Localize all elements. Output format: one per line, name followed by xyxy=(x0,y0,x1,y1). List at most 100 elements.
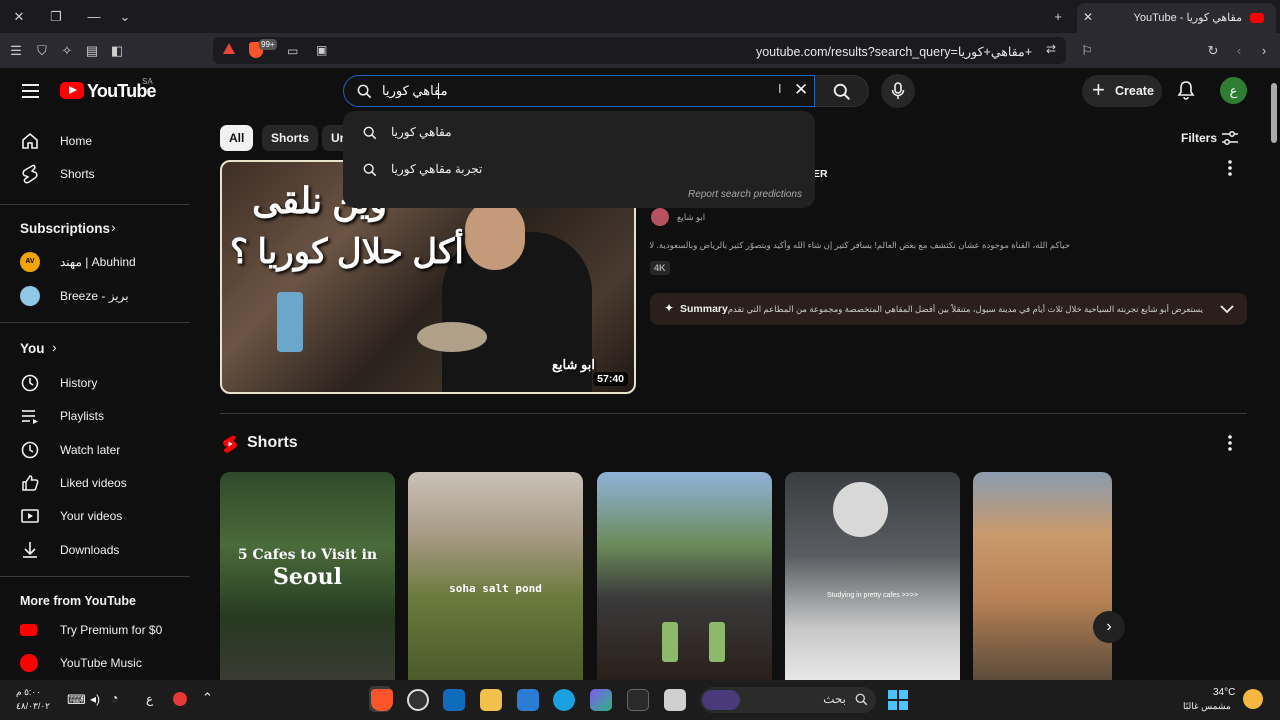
sidebar-toggle-icon[interactable]: ◧ xyxy=(108,42,126,60)
bell-icon[interactable] xyxy=(1177,80,1195,100)
shield-icon[interactable]: ⛉ xyxy=(33,42,51,60)
clock-date[interactable]: ٤٨/٠٣/٠٢ xyxy=(16,701,50,712)
copilot-icon[interactable] xyxy=(590,689,612,711)
next-arrow-button[interactable]: › xyxy=(1093,611,1125,643)
youtube-page: YouTube SA مقاهي كوريا I ✕ + Create ع Ho… xyxy=(0,68,1280,680)
translate-icon[interactable]: ▣ xyxy=(316,43,327,57)
chip-shorts[interactable]: Shorts xyxy=(262,125,319,151)
chevron-down-icon[interactable]: ⌄ xyxy=(116,8,134,26)
taskbar-search[interactable]: بحث xyxy=(700,687,876,713)
scrollbar[interactable] xyxy=(1268,68,1280,680)
shorts-logo-icon xyxy=(223,435,237,453)
brave-rewards-icon[interactable] xyxy=(223,43,235,54)
more-options-icon[interactable] xyxy=(1224,159,1236,177)
report-predictions-link[interactable]: Report search predictions xyxy=(688,189,802,200)
subscriptions-heading[interactable]: Subscriptions xyxy=(20,221,110,236)
store-icon[interactable] xyxy=(443,689,465,711)
share-icon[interactable]: ⇄ xyxy=(1046,42,1056,56)
short-card[interactable]: Studying in pretty cafes >>>> xyxy=(785,472,960,680)
input-language[interactable]: ع xyxy=(146,692,153,706)
sidebar-menu-icon[interactable]: ☰ xyxy=(7,42,25,60)
short-card[interactable] xyxy=(973,472,1112,680)
brave-browser-icon[interactable] xyxy=(371,689,393,711)
chip-all[interactable]: All xyxy=(220,125,254,151)
browser-tab-active[interactable]: ✕ مقاهي كوريا - YouTube xyxy=(1077,3,1276,33)
sidebar-item-liked-videos[interactable]: Liked videos xyxy=(0,466,190,499)
wifi-icon[interactable]: ◔ xyxy=(111,691,118,705)
short-card[interactable]: 5 Cafes to Visit in Seoul xyxy=(220,472,395,680)
edge-icon[interactable] xyxy=(553,689,575,711)
voice-search-button[interactable] xyxy=(881,74,915,108)
controller-icon[interactable]: ⌨ xyxy=(67,692,86,708)
restore-window-icon[interactable]: ❐ xyxy=(47,8,65,26)
sidebar-item-home[interactable]: Home xyxy=(0,124,190,157)
windows-start-icon[interactable] xyxy=(888,690,908,710)
suggestion-item[interactable]: مقاهي كوريا xyxy=(343,116,815,150)
chevron-right-icon[interactable]: › xyxy=(111,219,116,235)
sidebar-item-watch-later[interactable]: Watch later xyxy=(0,433,190,466)
short-card[interactable]: soha salt pond xyxy=(408,472,583,680)
subscription-item[interactable]: Breeze - بريز xyxy=(0,279,190,312)
search-icon xyxy=(357,84,372,99)
tab-close-icon[interactable]: ✕ xyxy=(1083,10,1093,24)
sidebar-item-playlists[interactable]: Playlists xyxy=(0,399,190,432)
you-heading[interactable]: You xyxy=(20,341,45,356)
close-window-icon[interactable]: ✕ xyxy=(10,8,28,26)
address-bar[interactable]: 99+ ▭ ▣ youtube.com/results?search_query… xyxy=(213,37,1066,64)
video-duration: 57:40 xyxy=(593,372,628,386)
scrollbar-thumb[interactable] xyxy=(1271,83,1277,143)
minimize-window-icon[interactable]: — xyxy=(85,8,103,26)
sidebar-item-downloads[interactable]: Downloads xyxy=(0,533,190,566)
clock-time[interactable]: ٥:٠٠ م xyxy=(16,687,41,698)
suggestion-item[interactable]: تجربة مقاهي كوريا xyxy=(343,153,815,187)
mail-icon[interactable] xyxy=(517,689,539,711)
more-options-icon[interactable] xyxy=(1224,434,1236,452)
text-cursor xyxy=(438,83,439,99)
sidebar-item-youtube-music[interactable]: YouTube Music xyxy=(0,646,190,679)
guide-menu-icon[interactable] xyxy=(22,84,39,102)
sidebar-item-label: History xyxy=(60,376,98,390)
avatar[interactable]: ع xyxy=(1220,77,1247,104)
sidebar-item-your-videos[interactable]: Your videos xyxy=(0,499,190,532)
app-icon[interactable] xyxy=(407,689,429,711)
sun-icon[interactable] xyxy=(1243,689,1263,709)
cast-icon[interactable]: ▭ xyxy=(287,44,298,58)
filters-label[interactable]: Filters xyxy=(1181,131,1217,145)
ceiling-fan-shape xyxy=(833,482,888,537)
app-icon[interactable] xyxy=(664,689,686,711)
filters-icon[interactable] xyxy=(1221,129,1239,147)
ai-summary-bar[interactable]: ✦ Summary يستعرض أبو شايع تجربته السياحي… xyxy=(650,293,1247,325)
bookmark-icon[interactable]: ⚐ xyxy=(1078,42,1096,60)
temperature[interactable]: 34°C xyxy=(1213,687,1235,698)
sidebar-item-shorts[interactable]: Shorts xyxy=(0,157,190,190)
sidebar-item-premium[interactable]: Try Premium for $0 xyxy=(0,613,190,646)
clock-icon xyxy=(21,441,39,459)
leo-ai-icon[interactable]: ✧ xyxy=(58,42,76,60)
bookmarks-icon[interactable]: ▤ xyxy=(83,42,101,60)
chevron-down-icon[interactable] xyxy=(1220,304,1234,314)
chevron-up-icon[interactable]: ⌃ xyxy=(202,690,213,706)
volume-icon[interactable]: ◂) xyxy=(90,692,100,706)
search-input[interactable]: مقاهي كوريا I ✕ xyxy=(343,75,815,107)
search-button[interactable] xyxy=(815,75,869,107)
channel-name[interactable]: ابو شايع xyxy=(677,212,705,223)
shorts-heading: Shorts xyxy=(247,434,298,451)
epic-games-icon[interactable] xyxy=(627,689,649,711)
channel-avatar[interactable] xyxy=(651,208,669,226)
sidebar-item-label: Downloads xyxy=(60,543,120,557)
file-explorer-icon[interactable] xyxy=(480,689,502,711)
subscription-item[interactable]: AV مهند | Abuhind xyxy=(0,245,190,278)
reload-icon[interactable]: ↻ xyxy=(1204,42,1222,60)
weather-text[interactable]: مشمس غالبًا xyxy=(1183,701,1231,712)
forward-icon[interactable]: › xyxy=(1255,42,1273,60)
vpn-icon[interactable] xyxy=(173,692,187,706)
clear-search-icon[interactable]: ✕ xyxy=(794,80,808,100)
sidebar-item-label: Liked videos xyxy=(60,476,127,490)
create-button[interactable]: + Create xyxy=(1082,75,1162,107)
chevron-right-icon[interactable]: › xyxy=(52,339,57,355)
video-title[interactable]: ER xyxy=(813,168,828,180)
short-card[interactable] xyxy=(597,472,772,680)
sidebar-item-history[interactable]: History xyxy=(0,366,190,399)
back-icon[interactable]: ‹ xyxy=(1230,42,1248,60)
new-tab-icon[interactable]: + xyxy=(1049,8,1067,26)
